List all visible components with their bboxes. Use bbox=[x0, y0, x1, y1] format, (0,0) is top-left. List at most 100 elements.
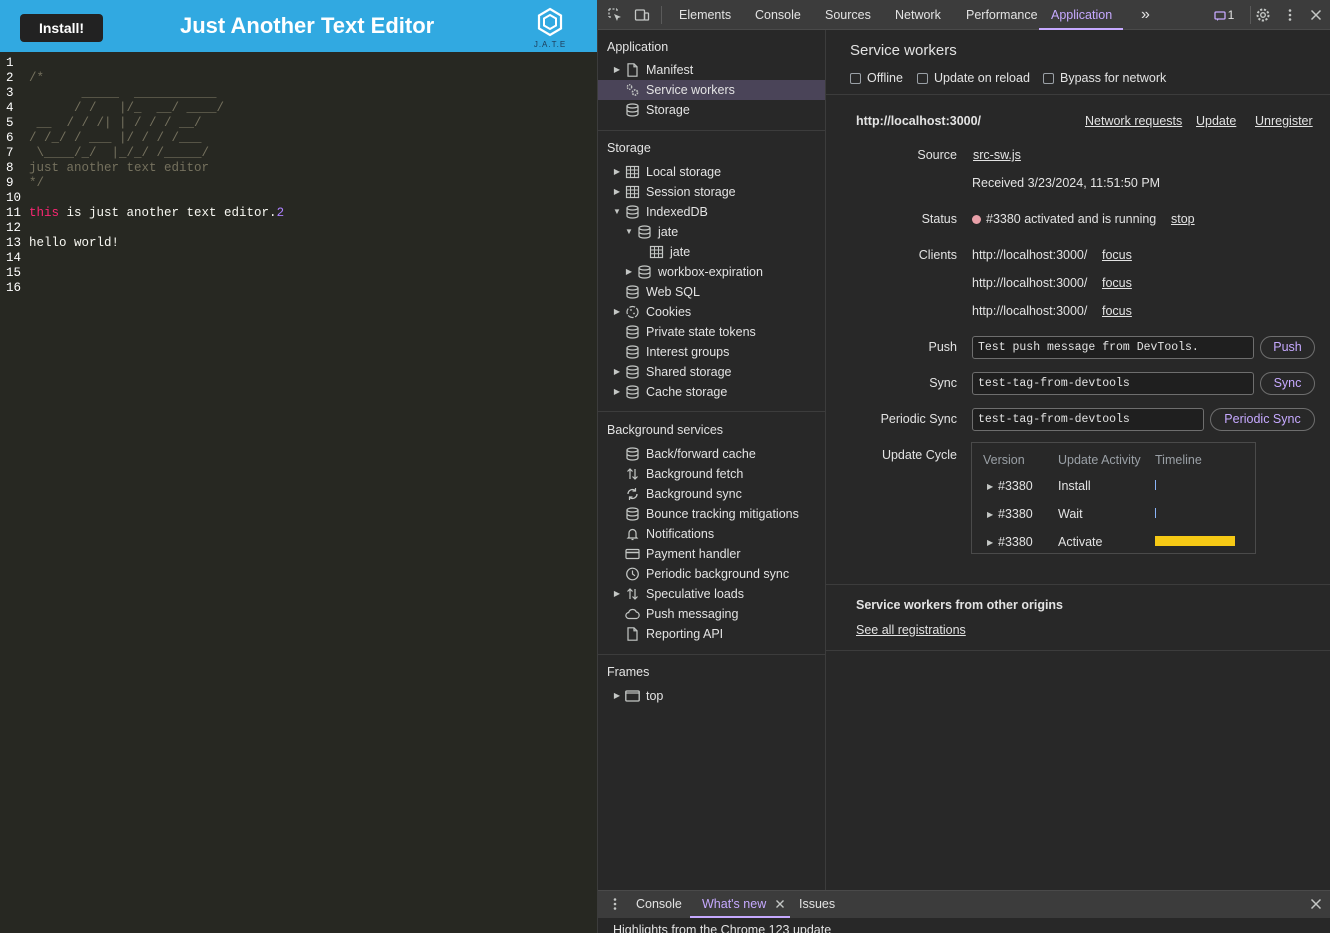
push-label: Push bbox=[928, 340, 958, 354]
focus-link[interactable]: focus bbox=[1102, 276, 1132, 290]
database-icon bbox=[625, 103, 640, 117]
line-code[interactable]: / / |/_ __/ ____/ bbox=[29, 101, 224, 116]
collapsed-arrow-icon[interactable]: ▶ bbox=[612, 162, 622, 182]
expand-arrow-icon[interactable]: ▶ bbox=[987, 538, 993, 547]
checkbox-box[interactable] bbox=[1043, 72, 1054, 84]
line-code[interactable]: \____/_/ |_/_/ /_____/ bbox=[29, 146, 210, 161]
sidebar-item-indexeddb-jate-store[interactable]: jate bbox=[598, 242, 825, 262]
collapsed-arrow-icon[interactable]: ▶ bbox=[612, 182, 622, 202]
update-link[interactable]: Update bbox=[1196, 114, 1236, 128]
line-code[interactable]: __ / / /| | / / / __/ bbox=[29, 116, 202, 131]
divider bbox=[826, 584, 1330, 585]
sidebar-item-background-sync[interactable]: Background sync bbox=[598, 484, 825, 504]
expanded-arrow-icon[interactable]: ▼ bbox=[612, 202, 622, 222]
sidebar-item-notifications[interactable]: Notifications bbox=[598, 524, 825, 544]
device-toolbar-icon[interactable] bbox=[634, 7, 650, 23]
collapsed-arrow-icon[interactable]: ▶ bbox=[612, 362, 622, 382]
sidebar-item-cookies[interactable]: ▶ Cookies bbox=[598, 302, 825, 322]
see-all-registrations-link[interactable]: See all registrations bbox=[856, 623, 966, 637]
collapsed-arrow-icon[interactable]: ▶ bbox=[612, 382, 622, 402]
sidebar-item-periodic-background-sync[interactable]: Periodic background sync bbox=[598, 564, 825, 584]
message-icon bbox=[1214, 10, 1226, 21]
application-sidebar: Application ▶ Manifest Service workers Stora… bbox=[598, 30, 826, 890]
line-code[interactable]: */ bbox=[29, 176, 44, 191]
unregister-link[interactable]: Unregister bbox=[1255, 114, 1313, 128]
focus-link[interactable]: focus bbox=[1102, 304, 1132, 318]
sidebar-item-background-fetch[interactable]: Background fetch bbox=[598, 464, 825, 484]
periodic-sync-tag-input[interactable]: test-tag-from-devtools bbox=[972, 408, 1204, 431]
issues-badge[interactable]: 1 bbox=[1212, 7, 1236, 23]
tab-network[interactable]: Network bbox=[895, 0, 941, 30]
line-code[interactable]: hello world! bbox=[29, 236, 119, 251]
offline-checkbox[interactable]: Offline bbox=[850, 71, 903, 85]
sidebar-item-local-storage[interactable]: ▶ Local storage bbox=[598, 162, 825, 182]
periodic-sync-button[interactable]: Periodic Sync bbox=[1210, 408, 1315, 431]
tab-sources[interactable]: Sources bbox=[825, 0, 871, 30]
checkbox-box[interactable] bbox=[850, 72, 861, 84]
expand-arrow-icon[interactable]: ▶ bbox=[987, 482, 993, 491]
expand-arrow-icon[interactable]: ▶ bbox=[987, 510, 993, 519]
kebab-menu-icon[interactable] bbox=[1282, 7, 1298, 23]
line-code[interactable]: this is just another text editor.2 bbox=[29, 206, 284, 221]
sync-button[interactable]: Sync bbox=[1260, 372, 1315, 395]
tab-performance[interactable]: Performance bbox=[966, 0, 1038, 30]
tab-elements[interactable]: Elements bbox=[679, 0, 731, 30]
sidebar-item-storage[interactable]: Storage bbox=[598, 100, 825, 120]
sidebar-item-web-sql[interactable]: Web SQL bbox=[598, 282, 825, 302]
sidebar-item-indexeddb-jate[interactable]: ▼ jate bbox=[598, 222, 825, 242]
bell-icon bbox=[625, 527, 640, 541]
sidebar-item-private-state-tokens[interactable]: Private state tokens bbox=[598, 322, 825, 342]
tab-application[interactable]: Application bbox=[1039, 0, 1124, 30]
bypass-for-network-checkbox[interactable]: Bypass for network bbox=[1043, 71, 1166, 85]
line-code[interactable]: _____ ___________ bbox=[29, 86, 217, 101]
code-token: is just another text editor. bbox=[59, 206, 277, 220]
drawer-menu-icon[interactable] bbox=[607, 896, 623, 912]
focus-link[interactable]: focus bbox=[1102, 248, 1132, 262]
more-tabs-icon[interactable]: » bbox=[1141, 0, 1150, 30]
sidebar-item-speculative-loads[interactable]: ▶ Speculative loads bbox=[598, 584, 825, 604]
collapsed-arrow-icon[interactable]: ▶ bbox=[612, 302, 622, 322]
sidebar-item-cache-storage[interactable]: ▶ Cache storage bbox=[598, 382, 825, 402]
collapsed-arrow-icon[interactable]: ▶ bbox=[612, 60, 622, 80]
source-file-link[interactable]: src-sw.js bbox=[973, 148, 1021, 162]
table-icon bbox=[625, 185, 640, 199]
push-message-input[interactable]: Test push message from DevTools. bbox=[972, 336, 1254, 359]
tab-console[interactable]: Console bbox=[755, 0, 801, 30]
sidebar-item-payment-handler[interactable]: Payment handler bbox=[598, 544, 825, 564]
update-on-reload-checkbox[interactable]: Update on reload bbox=[917, 71, 1030, 85]
code-editor[interactable]: 1 2/* 3 _____ ___________ 4 / / |/_ __/ ___… bbox=[0, 56, 597, 933]
inspect-element-icon[interactable] bbox=[607, 7, 623, 23]
drawer-tab-issues[interactable]: Issues bbox=[799, 891, 835, 918]
line-code[interactable]: / /_/ / ___ |/ / / /___ bbox=[29, 131, 202, 146]
settings-gear-icon[interactable] bbox=[1255, 7, 1271, 23]
sidebar-item-push-messaging[interactable]: Push messaging bbox=[598, 604, 825, 624]
sidebar-item-session-storage[interactable]: ▶ Session storage bbox=[598, 182, 825, 202]
network-requests-link[interactable]: Network requests bbox=[1085, 114, 1182, 128]
line-code[interactable]: /* bbox=[29, 71, 44, 86]
close-drawer-icon[interactable] bbox=[1308, 896, 1324, 912]
sidebar-item-indexeddb[interactable]: ▼ IndexedDB bbox=[598, 202, 825, 222]
line-number: 10 bbox=[6, 191, 22, 205]
sync-tag-input[interactable]: test-tag-from-devtools bbox=[972, 372, 1254, 395]
checkbox-box[interactable] bbox=[917, 72, 928, 84]
install-button[interactable]: Install! bbox=[20, 14, 103, 42]
sidebar-item-frame-top[interactable]: ▶ top bbox=[598, 686, 825, 706]
sidebar-item-interest-groups[interactable]: Interest groups bbox=[598, 342, 825, 362]
sidebar-item-workbox-expiration[interactable]: ▶ workbox-expiration bbox=[598, 262, 825, 282]
push-button[interactable]: Push bbox=[1260, 336, 1315, 359]
sidebar-item-reporting-api[interactable]: Reporting API bbox=[598, 624, 825, 644]
line-code[interactable]: just another text editor bbox=[29, 161, 209, 176]
collapsed-arrow-icon[interactable]: ▶ bbox=[612, 584, 622, 604]
collapsed-arrow-icon[interactable]: ▶ bbox=[624, 262, 634, 282]
expanded-arrow-icon[interactable]: ▼ bbox=[624, 222, 634, 242]
sidebar-item-bounce-tracking-mitigations[interactable]: Bounce tracking mitigations bbox=[598, 504, 825, 524]
collapsed-arrow-icon[interactable]: ▶ bbox=[612, 686, 622, 706]
sidebar-item-manifest[interactable]: ▶ Manifest bbox=[598, 60, 825, 80]
drawer-tab-console[interactable]: Console bbox=[636, 891, 682, 918]
close-devtools-icon[interactable] bbox=[1308, 7, 1324, 23]
sidebar-item-shared-storage[interactable]: ▶ Shared storage bbox=[598, 362, 825, 382]
sidebar-item-back-forward-cache[interactable]: Back/forward cache bbox=[598, 444, 825, 464]
stop-link[interactable]: stop bbox=[1171, 212, 1195, 226]
close-tab-icon[interactable] bbox=[772, 896, 788, 912]
sidebar-item-service-workers[interactable]: Service workers bbox=[598, 80, 825, 100]
